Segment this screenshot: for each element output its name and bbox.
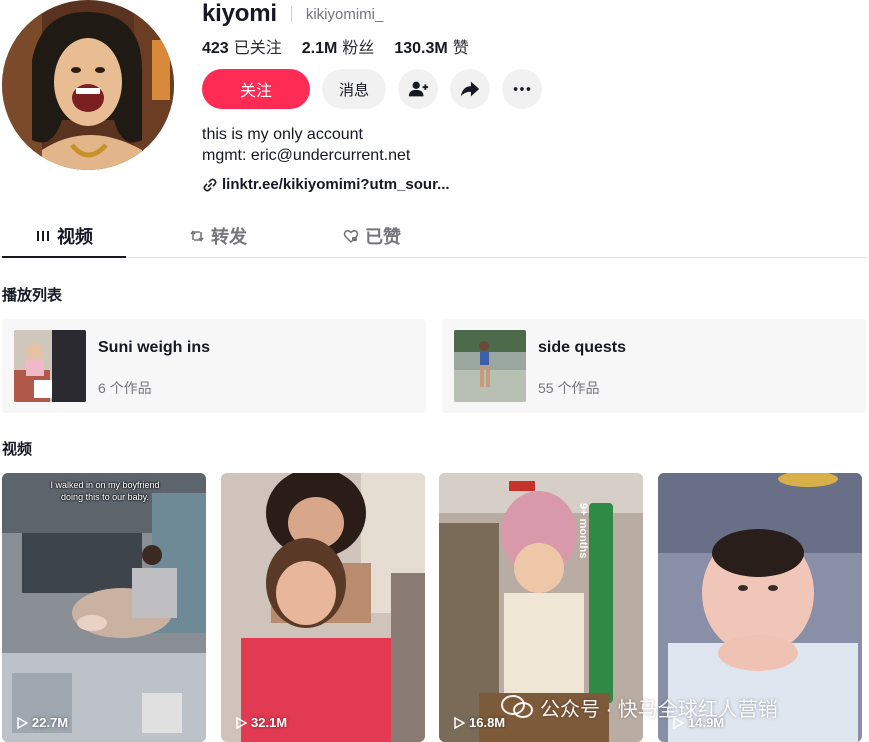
repost-icon <box>190 229 204 242</box>
video-thumbnail <box>221 473 425 742</box>
wechat-watermark: 公众号 · 快马全球红人营销 <box>500 692 778 722</box>
bio-link[interactable]: linktr.ee/kikiyomimi?utm_sour... <box>202 176 450 193</box>
playlist-card[interactable]: side quests 55 个作品 <box>442 319 866 413</box>
tab-label: 已赞 <box>365 226 401 247</box>
video-thumbnail <box>2 473 206 742</box>
play-icon <box>17 716 28 729</box>
share-arrow-icon <box>460 81 480 97</box>
tab-videos[interactable]: 视频 <box>2 214 126 258</box>
play-icon <box>236 716 247 729</box>
view-count-text: 32.1M <box>251 715 288 730</box>
stat-label: 赞 <box>452 40 469 57</box>
videos-heading: 视频 <box>2 441 33 458</box>
follow-button[interactable]: 关注 <box>202 69 310 109</box>
tab-reposts[interactable]: 转发 <box>156 214 280 257</box>
video-card[interactable]: 32.1M <box>221 473 425 742</box>
stat-value: 423 <box>202 40 229 57</box>
video-card[interactable]: I walked in on my boyfriend doing this t… <box>2 473 206 742</box>
link-text: linktr.ee/kikiyomimi?utm_sour... <box>222 176 450 193</box>
suggested-accounts-button[interactable] <box>398 69 438 109</box>
stat-label: 粉丝 <box>342 40 375 57</box>
play-icon <box>454 716 465 729</box>
playlist-count: 6 个作品 <box>98 380 152 396</box>
view-count: 22.7M <box>16 715 68 730</box>
profile-tabs: 视频 转发 已赞 <box>2 214 868 258</box>
stat-value: 130.3M <box>394 40 448 57</box>
stat-following[interactable]: 423 已关注 <box>202 34 282 58</box>
playlists-heading: 播放列表 <box>2 287 63 304</box>
tab-label: 视频 <box>57 226 93 247</box>
name-divider <box>290 6 292 22</box>
wechat-icon <box>501 695 533 718</box>
bio-line: mgmt: eric@undercurrent.net <box>202 147 411 164</box>
display-name: kiyomi <box>202 0 277 27</box>
playlist-card[interactable]: Suni weigh ins 6 个作品 <box>2 319 426 413</box>
playlist-thumbnail <box>454 330 526 402</box>
stat-value: 2.1M <box>301 40 338 57</box>
playlist-title: Suni weigh ins <box>98 339 211 356</box>
months-badge: 9+ months <box>577 503 589 559</box>
avatar-image <box>2 0 174 170</box>
playlist-count: 55 个作品 <box>538 380 600 396</box>
message-button[interactable]: 消息 <box>322 69 386 109</box>
more-options-button[interactable] <box>502 69 542 109</box>
profile-avatar[interactable] <box>2 0 174 170</box>
username-handle: kikiyomimi_ <box>305 5 384 23</box>
share-button[interactable] <box>450 69 490 109</box>
grid-icon <box>37 230 49 241</box>
tab-liked[interactable]: 已赞 <box>310 214 434 257</box>
profile-bio: this is my only account mgmt: eric@under… <box>202 124 410 166</box>
add-user-icon <box>408 81 429 97</box>
liked-heart-icon <box>343 229 359 243</box>
profile-actions: 关注 消息 <box>202 69 542 109</box>
view-count: 32.1M <box>235 715 287 730</box>
stat-followers[interactable]: 2.1M 粉丝 <box>302 34 375 58</box>
playlist-title: side quests <box>538 339 627 356</box>
video-caption-overlay: I walked in on my boyfriend doing this t… <box>50 480 160 502</box>
stat-likes: 130.3M 赞 <box>394 34 468 58</box>
stat-label: 已关注 <box>233 40 282 57</box>
tab-label: 转发 <box>211 226 247 247</box>
playlist-thumbnail <box>14 330 86 402</box>
profile-stats: 423 已关注 2.1M 粉丝 130.3M 赞 <box>202 34 469 58</box>
view-count-text: 22.7M <box>32 715 69 730</box>
more-dots-icon <box>513 87 531 91</box>
profile-header: kiyomi kikiyomimi_ <box>202 0 383 28</box>
watermark-text: 公众号 · 快马全球红人营销 <box>540 698 778 721</box>
view-count: 16.8M <box>453 715 505 730</box>
link-icon <box>203 178 217 191</box>
bio-line: this is my only account <box>202 126 363 143</box>
